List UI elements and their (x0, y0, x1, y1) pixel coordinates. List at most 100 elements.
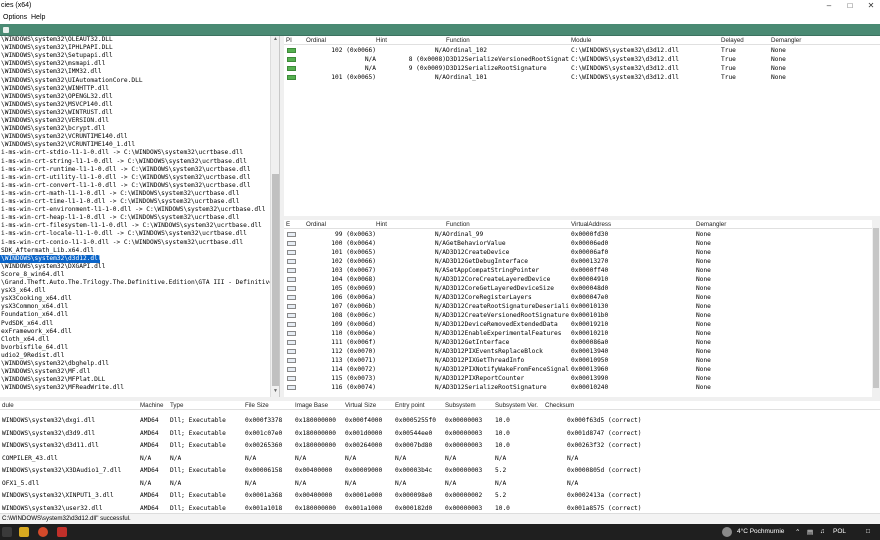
col-module[interactable]: dule (2, 402, 14, 409)
notification-icon[interactable]: □ (866, 528, 870, 535)
tree-item[interactable]: exFramework_x64.dll (0, 328, 72, 336)
col-hint[interactable]: Hint (376, 221, 387, 228)
module-tree[interactable]: \WINDOWS\system32\OLEAUT32.DLL \WINDOWS\s… (0, 36, 280, 397)
tree-item[interactable]: i-ms-win-crt-environment-l1-1-0.dll -> C… (0, 206, 266, 214)
file-explorer-icon[interactable] (19, 527, 29, 537)
tree-item[interactable]: \WINDOWS\system32\MF.dll (0, 368, 90, 376)
col-ordinal[interactable]: Ordinal (306, 221, 326, 228)
module-row[interactable]: WINDOWS\system32\dxgi.dll AMD64 Dll; Execu… (0, 414, 880, 427)
col-pi[interactable]: PI (286, 37, 292, 44)
col-subsystem[interactable]: Subsystem (445, 402, 476, 409)
tree-item[interactable]: \WINDOWS\system32\WINHTTP.dll (0, 85, 109, 93)
module-row[interactable]: WINDOWS\system32\X3DAudio1_7.dll AMD64 Dll… (0, 464, 880, 477)
task-view-icon[interactable] (2, 527, 12, 537)
weather-icon[interactable] (722, 527, 732, 537)
export-row[interactable]: 102 (0x0066) N/A D3D12GetDebugInterface 0x0… (284, 257, 880, 266)
module-row[interactable]: WINDOWS\system32\XINPUT1_3.dll AMD64 Dll; … (0, 489, 880, 502)
tree-item[interactable]: \WINDOWS\system32\OPENGL32.dll (0, 93, 113, 101)
module-row[interactable]: OFX1_5.dll N/A N/A N/A N/A N/A N/A N/A N/A N/A (0, 477, 880, 490)
export-row[interactable]: 110 (0x006e) N/A D3D12EnableExperimentalFe… (284, 329, 880, 338)
tree-item[interactable]: i-ms-win-crt-runtime-l1-1-0.dll -> C:\WI… (0, 166, 251, 174)
export-row[interactable]: 106 (0x006a) N/A D3D12CoreRegisterLayers 0x… (284, 293, 880, 302)
tree-item[interactable]: \WINDOWS\system32\bcrypt.dll (0, 125, 105, 133)
col-image-base[interactable]: Image Base (295, 402, 328, 409)
col-ordinal[interactable]: Ordinal (306, 37, 326, 44)
export-row[interactable]: 101 (0x0065) N/A D3D12CreateDevice 0x00006a… (284, 248, 880, 257)
tree-item[interactable]: i-ms-win-crt-locale-l1-1-0.dll -> C:\WIN… (0, 230, 247, 238)
tree-item[interactable]: i-ms-win-crt-convert-l1-1-0.dll -> C:\WI… (0, 182, 251, 190)
tree-item[interactable]: ysX3Cooking_x64.dll (0, 295, 72, 303)
import-row[interactable]: N/A 8 (0x0008) D3D12SerializeVersionedRoot… (284, 55, 880, 64)
scroll-down-icon[interactable]: ▼ (271, 388, 279, 396)
tree-item[interactable]: udio2_9Redist.dll (0, 352, 64, 360)
tree-item[interactable]: \WINDOWS\system32\MSVCP140.dll (0, 101, 113, 109)
export-row[interactable]: 114 (0x0072) N/A D3D12PIXNotifyWakeFromFen… (284, 365, 880, 374)
tree-item[interactable]: i-ms-win-crt-filesystem-l1-1-0.dll -> C:… (0, 222, 262, 230)
module-row[interactable]: WINDOWS\system32\d3d11.dll AMD64 Dll; Exec… (0, 439, 880, 452)
export-row[interactable]: 116 (0x0074) N/A D3D12SerializeRootSignatu… (284, 383, 880, 392)
scroll-up-icon[interactable]: ▲ (271, 36, 279, 44)
col-file-size[interactable]: File Size (245, 402, 269, 409)
tree-item[interactable]: \WINDOWS\system32\IMM32.dll (0, 68, 102, 76)
tree-item-selected[interactable]: \WINDOWS\system32\d3d12.dll (0, 254, 102, 263)
module-row[interactable]: COMPILER_43.dll N/A N/A N/A N/A N/A N/A N/A N/A N… (0, 452, 880, 465)
tree-item[interactable]: ysX3_x64.dll (0, 287, 46, 295)
tree-item[interactable]: Score_8_win64.dll (0, 271, 64, 279)
export-row[interactable]: 112 (0x0070) N/A D3D12PIXEventsReplaceBloc… (284, 347, 880, 356)
app-icon[interactable] (57, 527, 67, 537)
tree-item[interactable]: \WINDOWS\system32\WINTRUST.dll (0, 109, 113, 117)
export-row[interactable]: 109 (0x006d) N/A D3D12DeviceRemovedExtende… (284, 320, 880, 329)
browser-icon[interactable] (38, 527, 48, 537)
language-indicator[interactable]: POL (833, 528, 846, 535)
tree-item[interactable]: i-ms-win-crt-heap-l1-1-0.dll -> C:\WINDO… (0, 214, 239, 222)
tree-item[interactable]: \WINDOWS\system32\dbghelp.dll (0, 360, 109, 368)
tree-item[interactable]: i-ms-win-crt-time-l1-1-0.dll -> C:\WINDO… (0, 198, 239, 206)
tree-item[interactable]: i-ms-win-crt-utility-l1-1-0.dll -> C:\WI… (0, 174, 251, 182)
col-hint[interactable]: Hint (376, 37, 387, 44)
exports-scroll-thumb[interactable] (873, 228, 879, 388)
menu-options[interactable]: Options (3, 14, 27, 21)
tree-item[interactable]: \WINDOWS\system32\IPHLPAPI.DLL (0, 44, 113, 52)
tree-item[interactable]: \WINDOWS\system32\msmapi.dll (0, 60, 105, 68)
col-machine[interactable]: Machine (140, 402, 163, 409)
export-row[interactable]: 104 (0x0068) N/A D3D12CoreCreateLayeredDev… (284, 275, 880, 284)
tray-chevron-icon[interactable]: ⌃ (795, 528, 800, 536)
tree-item[interactable]: \WINDOWS\system32\VERSION.dll (0, 117, 109, 125)
tree-item[interactable]: Foundation_x64.dll (0, 311, 68, 319)
menu-help[interactable]: Help (31, 14, 45, 21)
col-virtual-size[interactable]: Virtual Size (345, 402, 376, 409)
tree-scrollbar[interactable]: ▲ ▼ (270, 36, 279, 397)
minimize-icon[interactable]: – (822, 1, 836, 10)
col-demangler[interactable]: Demangler (696, 221, 726, 228)
col-delayed[interactable]: Delayed (721, 37, 744, 44)
tree-item[interactable]: ysX3Common_x64.dll (0, 303, 68, 311)
import-row[interactable]: 102 (0x0066) N/A Ordinal_102 C:\WINDOWS\sys… (284, 46, 880, 55)
col-entry-point[interactable]: Entry point (395, 402, 425, 409)
export-row[interactable]: 115 (0x0073) N/A D3D12PIXReportCounter 0x00… (284, 374, 880, 383)
tree-item[interactable]: SDK_Aftermath_Lib.x64.dll (0, 247, 94, 255)
tree-scroll-thumb[interactable] (272, 174, 279, 386)
tree-item[interactable]: \Grand.Theft.Auto.The.Trilogy.The.Defini… (0, 279, 279, 287)
tree-item[interactable]: \WINDOWS\system32\MFReadWrite.dll (0, 384, 124, 392)
col-e[interactable]: E (286, 221, 290, 228)
export-row[interactable]: 111 (0x006f) N/A D3D12GetInterface 0x000086… (284, 338, 880, 347)
tree-item[interactable]: Cloth_x64.dll (0, 336, 49, 344)
tree-item[interactable]: \WINDOWS\system32\VCRUNTIME140.dll (0, 133, 128, 141)
export-row[interactable]: 107 (0x006b) N/A D3D12CreateRootSignatureD… (284, 302, 880, 311)
export-row[interactable]: 108 (0x006c) N/A D3D12CreateVersionedRootS… (284, 311, 880, 320)
tree-item[interactable]: \WINDOWS\system32\Setupapi.dll (0, 52, 113, 60)
col-virtual-address[interactable]: VirtualAddress (571, 221, 611, 228)
col-function[interactable]: Function (446, 37, 470, 44)
tree-item[interactable]: \WINDOWS\system32\OLEAUT32.DLL (0, 36, 113, 44)
tree-item[interactable]: \WINDOWS\system32\DXGAPI.dll (0, 263, 105, 271)
tree-item[interactable]: PvdSDK_x64.dll (0, 320, 53, 328)
exports-scrollbar[interactable] (872, 220, 880, 397)
tree-item[interactable]: i-ms-win-crt-conio-l1-1-0.dll -> C:\WIND… (0, 239, 243, 247)
col-function[interactable]: Function (446, 221, 470, 228)
toolbar-open-icon[interactable] (3, 27, 9, 33)
tree-item[interactable]: i-ms-win-crt-stdio-l1-1-0.dll -> C:\WIND… (0, 149, 243, 157)
tree-item[interactable]: i-ms-win-crt-math-l1-1-0.dll -> C:\WINDO… (0, 190, 239, 198)
export-row[interactable]: 113 (0x0071) N/A D3D12PIXGetThreadInfo 0x00… (284, 356, 880, 365)
maximize-icon[interactable]: □ (843, 1, 857, 10)
import-row[interactable]: 101 (0x0065) N/A Ordinal_101 C:\WINDOWS\sys… (284, 73, 880, 82)
